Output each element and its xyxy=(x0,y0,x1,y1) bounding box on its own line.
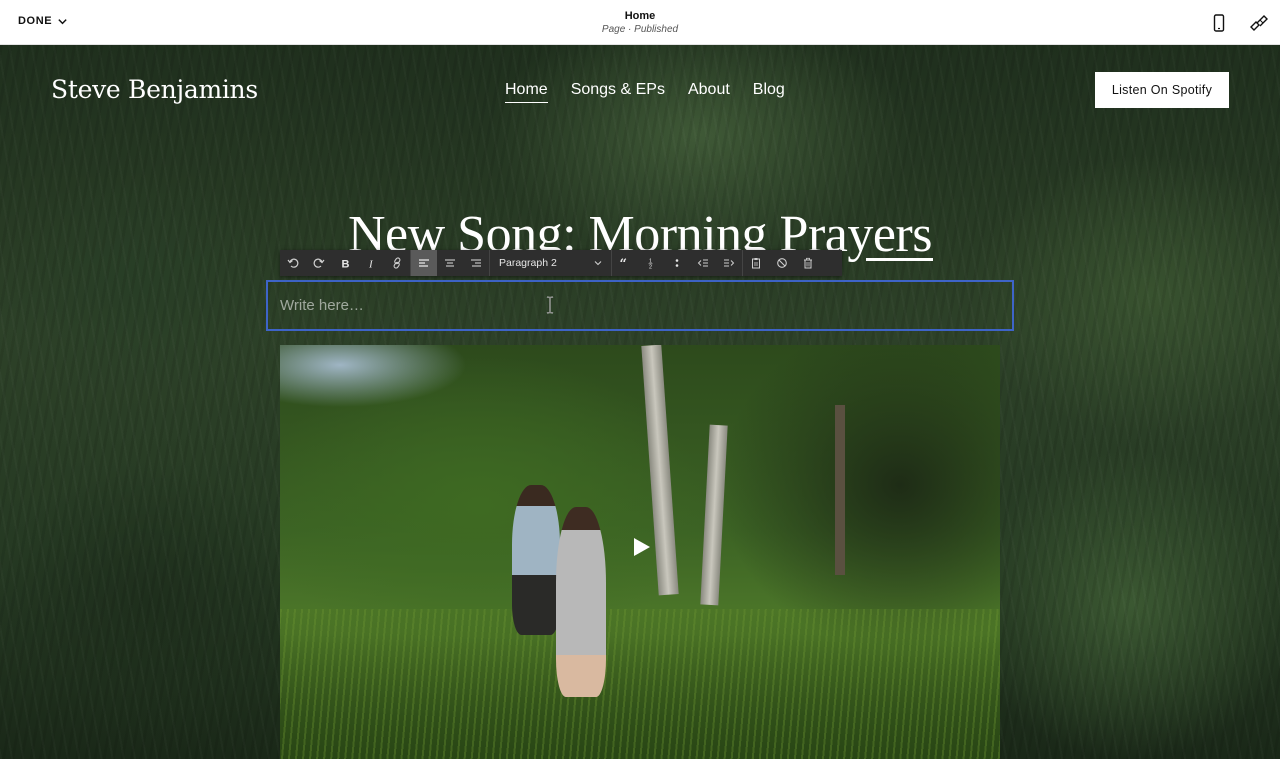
headline-link-underline xyxy=(866,258,933,261)
blockquote-icon[interactable]: “ xyxy=(612,250,638,276)
nav-item-songs[interactable]: Songs & EPs xyxy=(571,81,665,103)
svg-text:2: 2 xyxy=(649,265,652,270)
text-cursor-icon xyxy=(546,296,554,314)
nav-item-home[interactable]: Home xyxy=(505,81,548,103)
site-background: Steve Benjamins Home Songs & EPs About B… xyxy=(0,45,1280,759)
align-left-icon[interactable] xyxy=(411,250,437,276)
paragraph-style-value: Paragraph 2 xyxy=(499,257,557,269)
page-title: Home xyxy=(624,10,656,22)
italic-icon[interactable]: I xyxy=(358,250,384,276)
svg-text:B: B xyxy=(342,259,350,270)
text-format-toolbar: B I Paragraph 2 “ 12 xyxy=(280,250,842,276)
link-icon[interactable] xyxy=(384,250,410,276)
paste-icon[interactable] xyxy=(743,250,769,276)
chevron-down-icon xyxy=(594,261,602,266)
video-scene xyxy=(556,507,606,697)
video-scene xyxy=(700,424,728,606)
text-block-editor[interactable]: Write here… xyxy=(266,280,1014,331)
delete-icon[interactable] xyxy=(795,250,821,276)
mobile-preview-icon[interactable] xyxy=(1208,12,1230,34)
listen-on-spotify-button[interactable]: Listen On Spotify xyxy=(1095,72,1229,108)
svg-text:“: “ xyxy=(620,257,627,269)
editor-top-bar: DONE Home Page · Published xyxy=(0,0,1280,45)
undo-icon[interactable] xyxy=(280,250,306,276)
bullet-list-icon[interactable] xyxy=(664,250,690,276)
redo-icon[interactable] xyxy=(306,250,332,276)
site-title[interactable]: Steve Benjamins xyxy=(51,75,258,104)
indent-icon[interactable] xyxy=(716,250,742,276)
paragraph-style-select[interactable]: Paragraph 2 xyxy=(490,250,611,276)
text-block-placeholder: Write here… xyxy=(280,297,364,314)
done-label: DONE xyxy=(18,15,53,27)
main-nav: Home Songs & EPs About Blog xyxy=(505,81,785,103)
video-scene xyxy=(512,485,560,635)
align-right-icon[interactable] xyxy=(463,250,489,276)
video-scene xyxy=(835,405,845,575)
video-scene xyxy=(280,609,1000,759)
design-brush-icon[interactable] xyxy=(1247,12,1269,34)
align-center-icon[interactable] xyxy=(437,250,463,276)
nav-item-about[interactable]: About xyxy=(688,81,730,103)
page-status: Page · Published xyxy=(601,24,679,35)
nav-item-blog[interactable]: Blog xyxy=(753,81,785,103)
done-button[interactable]: DONE xyxy=(18,15,68,27)
video-block[interactable] xyxy=(280,345,1000,759)
outdent-icon[interactable] xyxy=(690,250,716,276)
page-info: Home Page · Published xyxy=(540,10,740,36)
svg-text:I: I xyxy=(368,259,374,270)
play-icon[interactable] xyxy=(630,536,652,558)
chevron-down-icon xyxy=(58,18,67,24)
clear-format-icon[interactable] xyxy=(769,250,795,276)
bold-icon[interactable]: B xyxy=(332,250,358,276)
ordered-list-icon[interactable]: 12 xyxy=(638,250,664,276)
